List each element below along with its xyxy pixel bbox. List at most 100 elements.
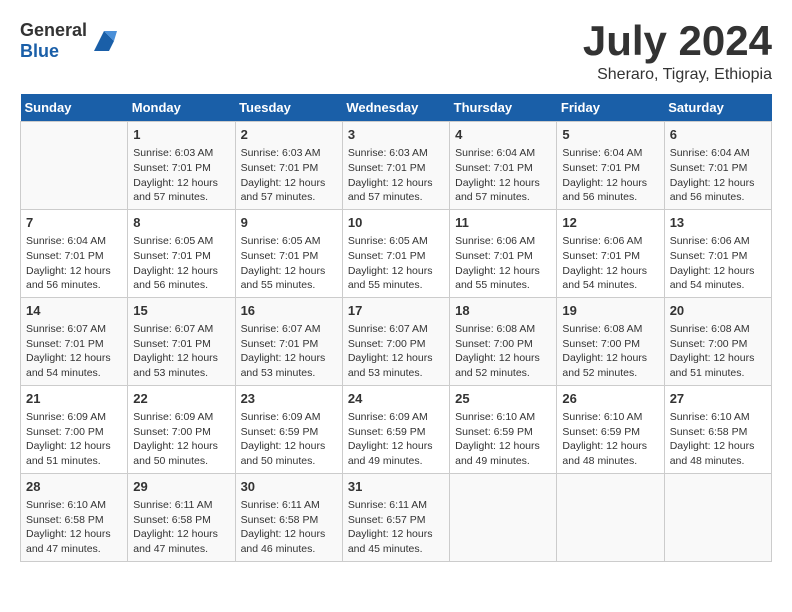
day-info: Sunrise: 6:04 AM Sunset: 7:01 PM Dayligh… [26,234,122,293]
calendar-cell: 14 Sunrise: 6:07 AM Sunset: 7:01 PM Dayli… [21,297,128,385]
calendar-cell: 28 Sunrise: 6:10 AM Sunset: 6:58 PM Dayli… [21,473,128,561]
logo: General Blue [20,20,119,62]
calendar-week-5: 28 Sunrise: 6:10 AM Sunset: 6:58 PM Dayli… [21,473,772,561]
calendar-cell: 8 Sunrise: 6:05 AM Sunset: 7:01 PM Daylig… [128,209,235,297]
col-sunday: Sunday [21,94,128,122]
col-tuesday: Tuesday [235,94,342,122]
day-number: 6 [670,126,766,144]
day-number: 11 [455,214,551,232]
calendar-cell: 10Sunrise: 6:05 AM Sunset: 7:01 PM Dayli… [342,209,449,297]
day-number: 16 [241,302,337,320]
day-info: Sunrise: 6:11 AM Sunset: 6:58 PM Dayligh… [241,498,337,557]
day-info: Sunrise: 6:10 AM Sunset: 6:59 PM Dayligh… [455,410,551,469]
calendar-cell: 2Sunrise: 6:03 AM Sunset: 7:01 PM Daylig… [235,122,342,210]
subtitle: Sheraro, Tigray, Ethiopia [583,66,772,84]
day-number: 1 [133,126,229,144]
col-monday: Monday [128,94,235,122]
logo-general: General [20,20,87,40]
day-number: 14 [26,302,122,320]
day-info: Sunrise: 6:07 AM Sunset: 7:00 PM Dayligh… [348,322,444,381]
day-info: Sunrise: 6:03 AM Sunset: 7:01 PM Dayligh… [348,146,444,205]
calendar-cell: 20 Sunrise: 6:08 AM Sunset: 7:00 PM Dayli… [664,297,771,385]
day-number: 21 [26,390,122,408]
calendar-week-3: 14 Sunrise: 6:07 AM Sunset: 7:01 PM Dayli… [21,297,772,385]
day-info: Sunrise: 6:10 AM Sunset: 6:59 PM Dayligh… [562,410,658,469]
day-info: Sunrise: 6:04 AM Sunset: 7:01 PM Dayligh… [670,146,766,205]
calendar-cell: 16 Sunrise: 6:07 AM Sunset: 7:01 PM Dayli… [235,297,342,385]
day-info: Sunrise: 6:07 AM Sunset: 7:01 PM Dayligh… [241,322,337,381]
calendar-cell: 23 Sunrise: 6:09 AM Sunset: 6:59 PM Dayli… [235,385,342,473]
col-saturday: Saturday [664,94,771,122]
calendar-cell: 9 Sunrise: 6:05 AM Sunset: 7:01 PM Daylig… [235,209,342,297]
calendar-cell: 19 Sunrise: 6:08 AM Sunset: 7:00 PM Dayli… [557,297,664,385]
day-number: 30 [241,478,337,496]
day-info: Sunrise: 6:09 AM Sunset: 7:00 PM Dayligh… [133,410,229,469]
day-number: 25 [455,390,551,408]
day-info: Sunrise: 6:09 AM Sunset: 6:59 PM Dayligh… [241,410,337,469]
day-number: 19 [562,302,658,320]
day-info: Sunrise: 6:03 AM Sunset: 7:01 PM Dayligh… [133,146,229,205]
calendar-cell [21,122,128,210]
day-info: Sunrise: 6:10 AM Sunset: 6:58 PM Dayligh… [26,498,122,557]
day-number: 28 [26,478,122,496]
calendar-cell: 21 Sunrise: 6:09 AM Sunset: 7:00 PM Dayli… [21,385,128,473]
calendar-cell: 27 Sunrise: 6:10 AM Sunset: 6:58 PM Dayli… [664,385,771,473]
day-info: Sunrise: 6:07 AM Sunset: 7:01 PM Dayligh… [26,322,122,381]
day-number: 4 [455,126,551,144]
header-row: Sunday Monday Tuesday Wednesday Thursday… [21,94,772,122]
day-number: 15 [133,302,229,320]
day-info: Sunrise: 6:08 AM Sunset: 7:00 PM Dayligh… [455,322,551,381]
calendar-cell: 11 Sunrise: 6:06 AM Sunset: 7:01 PM Dayli… [450,209,557,297]
day-number: 12 [562,214,658,232]
day-info: Sunrise: 6:06 AM Sunset: 7:01 PM Dayligh… [455,234,551,293]
calendar-cell: 7Sunrise: 6:04 AM Sunset: 7:01 PM Daylig… [21,209,128,297]
day-info: Sunrise: 6:05 AM Sunset: 7:01 PM Dayligh… [133,234,229,293]
calendar-table: Sunday Monday Tuesday Wednesday Thursday… [20,94,772,562]
day-number: 13 [670,214,766,232]
day-info: Sunrise: 6:10 AM Sunset: 6:58 PM Dayligh… [670,410,766,469]
calendar-cell: 31Sunrise: 6:11 AM Sunset: 6:57 PM Dayli… [342,473,449,561]
calendar-cell: 26 Sunrise: 6:10 AM Sunset: 6:59 PM Dayli… [557,385,664,473]
day-info: Sunrise: 6:09 AM Sunset: 7:00 PM Dayligh… [26,410,122,469]
day-info: Sunrise: 6:03 AM Sunset: 7:01 PM Dayligh… [241,146,337,205]
day-info: Sunrise: 6:08 AM Sunset: 7:00 PM Dayligh… [562,322,658,381]
day-info: Sunrise: 6:11 AM Sunset: 6:58 PM Dayligh… [133,498,229,557]
day-info: Sunrise: 6:07 AM Sunset: 7:01 PM Dayligh… [133,322,229,381]
calendar-body: 1 Sunrise: 6:03 AM Sunset: 7:01 PM Daylig… [21,122,772,562]
day-number: 17 [348,302,444,320]
day-info: Sunrise: 6:05 AM Sunset: 7:01 PM Dayligh… [348,234,444,293]
day-number: 3 [348,126,444,144]
day-number: 22 [133,390,229,408]
calendar-cell: 22 Sunrise: 6:09 AM Sunset: 7:00 PM Dayli… [128,385,235,473]
calendar-week-2: 7Sunrise: 6:04 AM Sunset: 7:01 PM Daylig… [21,209,772,297]
day-number: 8 [133,214,229,232]
day-number: 20 [670,302,766,320]
col-friday: Friday [557,94,664,122]
day-info: Sunrise: 6:05 AM Sunset: 7:01 PM Dayligh… [241,234,337,293]
logo-blue: Blue [20,41,59,61]
calendar-cell: 3 Sunrise: 6:03 AM Sunset: 7:01 PM Daylig… [342,122,449,210]
calendar-cell: 30 Sunrise: 6:11 AM Sunset: 6:58 PM Dayli… [235,473,342,561]
calendar-header: Sunday Monday Tuesday Wednesday Thursday… [21,94,772,122]
day-number: 23 [241,390,337,408]
calendar-cell: 12Sunrise: 6:06 AM Sunset: 7:01 PM Dayli… [557,209,664,297]
day-number: 31 [348,478,444,496]
calendar-cell: 25 Sunrise: 6:10 AM Sunset: 6:59 PM Dayli… [450,385,557,473]
calendar-cell: 18Sunrise: 6:08 AM Sunset: 7:00 PM Dayli… [450,297,557,385]
day-number: 9 [241,214,337,232]
page-header: General Blue July 2024 Sheraro, Tigray, … [20,20,772,84]
calendar-cell: 17 Sunrise: 6:07 AM Sunset: 7:00 PM Dayli… [342,297,449,385]
day-number: 26 [562,390,658,408]
calendar-cell [450,473,557,561]
day-info: Sunrise: 6:09 AM Sunset: 6:59 PM Dayligh… [348,410,444,469]
title-block: July 2024 Sheraro, Tigray, Ethiopia [583,20,772,84]
calendar-cell: 4Sunrise: 6:04 AM Sunset: 7:01 PM Daylig… [450,122,557,210]
col-thursday: Thursday [450,94,557,122]
col-wednesday: Wednesday [342,94,449,122]
day-number: 27 [670,390,766,408]
calendar-cell: 15 Sunrise: 6:07 AM Sunset: 7:01 PM Dayli… [128,297,235,385]
day-info: Sunrise: 6:08 AM Sunset: 7:00 PM Dayligh… [670,322,766,381]
calendar-cell: 6 Sunrise: 6:04 AM Sunset: 7:01 PM Daylig… [664,122,771,210]
calendar-cell: 24Sunrise: 6:09 AM Sunset: 6:59 PM Dayli… [342,385,449,473]
day-number: 29 [133,478,229,496]
